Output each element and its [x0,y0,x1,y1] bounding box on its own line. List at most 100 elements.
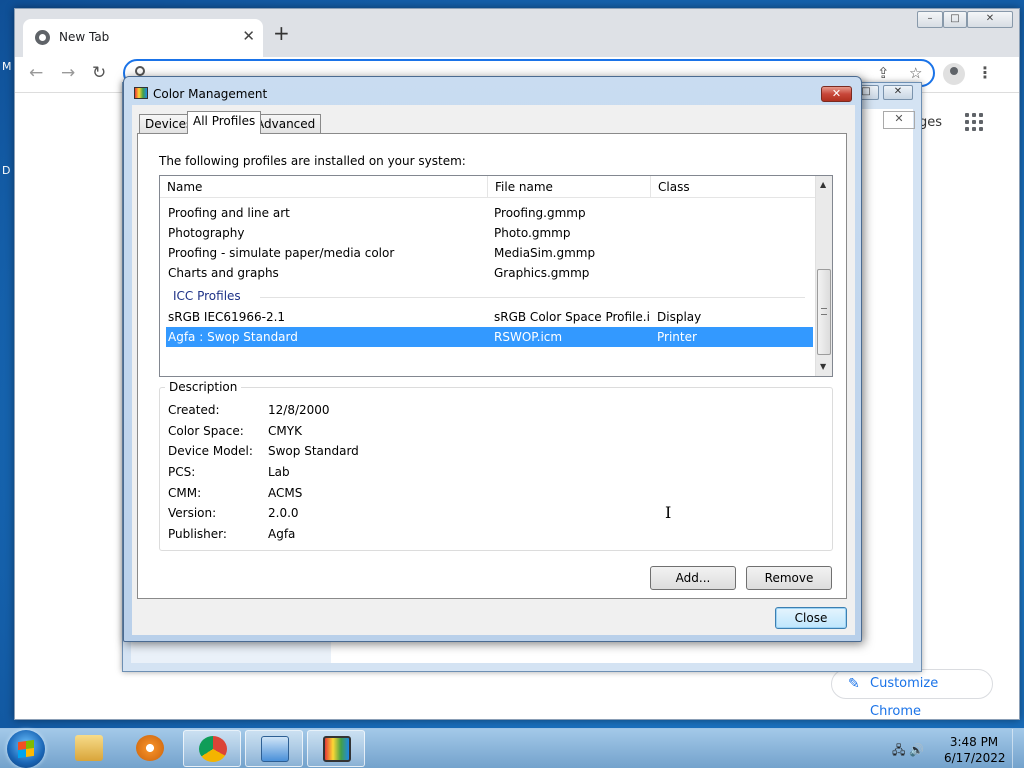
field-label: Color Space: [168,424,244,438]
taskbar-file-explorer[interactable] [60,730,118,767]
forward-icon[interactable]: → [61,63,75,83]
color-management-dialog: Color Management ✕ Devices All Profiles … [123,76,862,642]
pencil-icon: ✎ [848,676,860,692]
field-label: PCS: [168,465,196,479]
dialog-close-button[interactable]: ✕ [821,86,852,102]
list-item[interactable]: sRGB IEC61966-2.1 sRGB Color Space Profi… [166,307,813,327]
profile-avatar-icon[interactable] [943,63,965,85]
tab-all-profiles[interactable]: All Profiles [187,111,262,134]
profiles-list[interactable]: Name File name Class Proofing and line a… [159,175,833,377]
profiles-intro-text: The following profiles are installed on … [159,154,466,168]
field-value: 2.0.0 [268,506,299,520]
profile-name: Photography [168,226,245,240]
description-row: Device Model: Swop Standard [168,444,668,462]
start-button[interactable] [7,730,45,768]
window-close-button[interactable]: ✕ [967,11,1013,28]
chrome-tabstrip: – □ ✕ New Tab ✕ + [15,9,1019,57]
new-tab-button[interactable]: + [273,23,290,43]
monitor-icon [323,736,351,762]
minimize-button[interactable]: – [917,11,943,28]
profile-name: sRGB IEC61966-2.1 [168,310,286,324]
browser-tab[interactable]: New Tab ✕ [23,19,263,57]
profile-file: MediaSim.gmmp [494,246,596,260]
profile-file: sRGB Color Space Profile.ic... [494,310,650,324]
field-label: Device Model: [168,444,253,458]
chrome-icon [199,736,227,762]
column-header-class[interactable]: Class [651,176,815,198]
field-label: Version: [168,506,217,520]
icc-profiles-group-header[interactable]: ICC Profiles [173,289,241,303]
background-window-panel [131,641,331,663]
field-value: CMYK [268,424,302,438]
add-button[interactable]: Add... [650,566,736,590]
bookmark-star-icon[interactable]: ☆ [909,64,922,82]
description-row: Publisher: Agfa [168,527,668,545]
field-label: Created: [168,403,220,417]
scrollbar-thumb[interactable] [817,269,831,355]
images-link[interactable]: ges [919,115,942,130]
scroll-down-arrow-icon[interactable]: ▼ [820,362,826,371]
desktop-icon-label[interactable]: M [2,60,12,73]
tray-icons[interactable]: 🖧 🔊 [892,741,924,762]
list-item-selected[interactable]: Agfa : Swop Standard RSWOP.icm Printer [166,327,813,347]
taskbar: 🖧 🔊 3:48 PM 6/17/2022 [0,728,1024,768]
profile-file: RSWOP.icm [494,330,563,344]
background-window-close-button[interactable]: ✕ [883,85,913,100]
show-desktop-button[interactable] [1012,729,1024,768]
maximize-button[interactable]: □ [943,11,967,28]
column-header-file-name[interactable]: File name [488,176,651,198]
clock-date: 6/17/2022 [944,751,1006,765]
field-label: CMM: [168,486,202,500]
description-row: Color Space: CMYK [168,424,668,442]
field-label: Publisher: [168,527,227,541]
desktop-icon-label[interactable]: D [2,164,10,177]
profile-name: Agfa : Swop Standard [168,330,298,344]
profile-file: Proofing.gmmp [494,206,586,220]
dialog-title: Color Management [153,87,268,101]
share-icon[interactable]: ⇪ [877,64,890,82]
chrome-favicon-icon [35,30,50,45]
taskbar-color-management[interactable] [307,730,365,767]
tab-title: New Tab [59,30,110,44]
taskbar-media-player[interactable] [121,730,179,767]
column-header-name[interactable]: Name [160,176,488,198]
description-group: Description Created: 12/8/2000 Color Spa… [159,380,833,551]
profile-class: Display [657,310,702,324]
list-item[interactable]: Proofing and line art Proofing.gmmp [166,203,813,223]
close-button[interactable]: Close [775,607,847,629]
all-profiles-panel: The following profiles are installed on … [137,133,847,599]
scroll-up-arrow-icon[interactable]: ▲ [820,180,826,189]
apps-grid-icon[interactable] [965,113,985,133]
background-window-close-field-icon[interactable]: ✕ [883,111,915,129]
list-item[interactable]: Photography Photo.gmmp [166,223,813,243]
field-value: Lab [268,465,290,479]
vertical-scrollbar[interactable]: ▲ ▼ [815,176,832,376]
volume-icon[interactable]: 🔊 [909,743,924,757]
list-item[interactable]: Charts and graphs Graphics.gmmp [166,263,813,283]
field-value: ACMS [268,486,303,500]
grip-icon [821,308,827,315]
taskbar-control-panel[interactable] [245,730,303,767]
customize-chrome-button[interactable]: ✎ Customize Chrome [831,669,993,719]
remove-button[interactable]: Remove [746,566,832,590]
text-cursor-icon: I [665,503,672,522]
taskbar-chrome[interactable] [183,730,241,767]
back-icon[interactable]: ← [29,63,43,83]
reload-icon[interactable]: ↻ [92,63,106,83]
profile-file: Photo.gmmp [494,226,571,240]
description-legend: Description [165,380,242,394]
profile-name: Charts and graphs [168,266,279,280]
profile-name: Proofing and line art [168,206,290,220]
group-divider [260,297,805,298]
profile-file: Graphics.gmmp [494,266,590,280]
network-icon[interactable]: 🖧 [892,743,905,757]
search-icon [135,66,145,76]
taskbar-clock[interactable]: 3:48 PM 6/17/2022 [944,734,1006,766]
customize-chrome-label: Customize Chrome [870,676,939,719]
list-item[interactable]: Proofing - simulate paper/media color Me… [166,243,813,263]
tab-close-icon[interactable]: ✕ [242,27,255,45]
field-value: Agfa [268,527,296,541]
color-management-icon [134,87,148,99]
menu-kebab-icon[interactable]: ⋮ [977,63,993,82]
control-panel-icon [261,736,289,762]
